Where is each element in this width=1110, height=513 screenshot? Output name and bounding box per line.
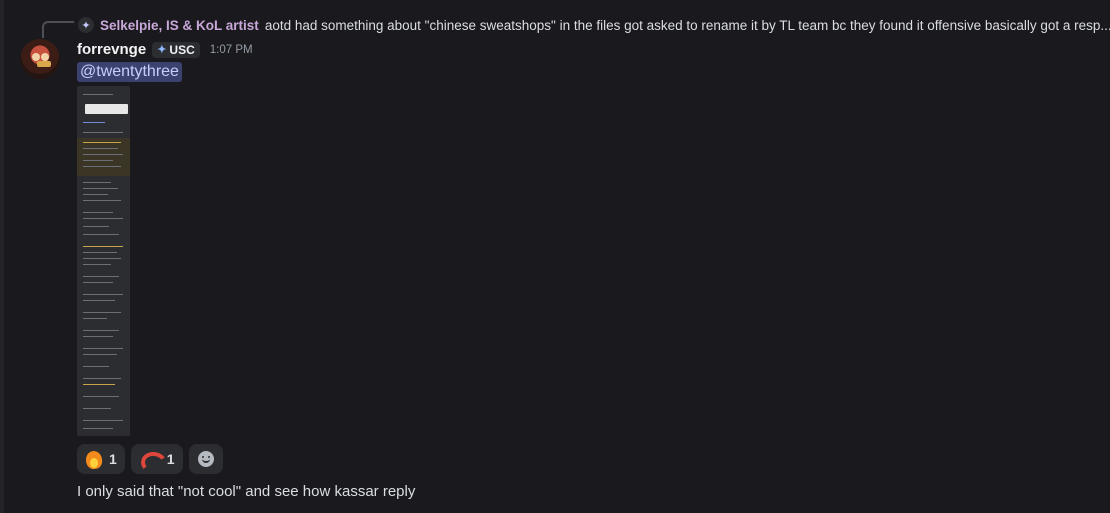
reply-spine <box>42 21 74 38</box>
reply-preview[interactable]: ✦ Selkelpie, IS & KoL artist aotd had so… <box>78 17 1110 33</box>
tag-icon: ✦ <box>157 44 167 56</box>
reply-author[interactable]: Selkelpie, IS & KoL artist <box>100 18 259 33</box>
left-edge-divider <box>0 0 4 513</box>
timestamp[interactable]: 1:07 PM <box>210 44 253 56</box>
reaction-shrimp[interactable]: 1 <box>130 444 183 474</box>
image-attachment[interactable] <box>77 86 130 436</box>
reply-text[interactable]: aotd had something about "chinese sweats… <box>265 18 1110 33</box>
reaction-count: 1 <box>166 451 175 467</box>
add-reaction-button[interactable] <box>188 444 223 474</box>
shrimp-emoji-icon <box>139 450 161 468</box>
reply-avatar[interactable]: ✦ <box>78 17 94 33</box>
server-tag[interactable]: ✦ USC <box>152 41 200 58</box>
avatar[interactable] <box>20 39 60 79</box>
message-content: I only said that "not cool" and see how … <box>77 483 416 500</box>
tag-label: USC <box>169 42 195 57</box>
reactions-bar: 1 1 <box>77 444 223 474</box>
username[interactable]: forrevnge <box>77 41 146 58</box>
fire-emoji-icon <box>85 449 103 469</box>
user-mention[interactable]: @twentythree <box>77 62 182 82</box>
reaction-fire[interactable]: 1 <box>77 444 125 474</box>
smiley-icon <box>197 451 214 467</box>
reaction-count: 1 <box>109 451 117 467</box>
message-header: forrevnge ✦ USC 1:07 PM <box>77 41 253 58</box>
